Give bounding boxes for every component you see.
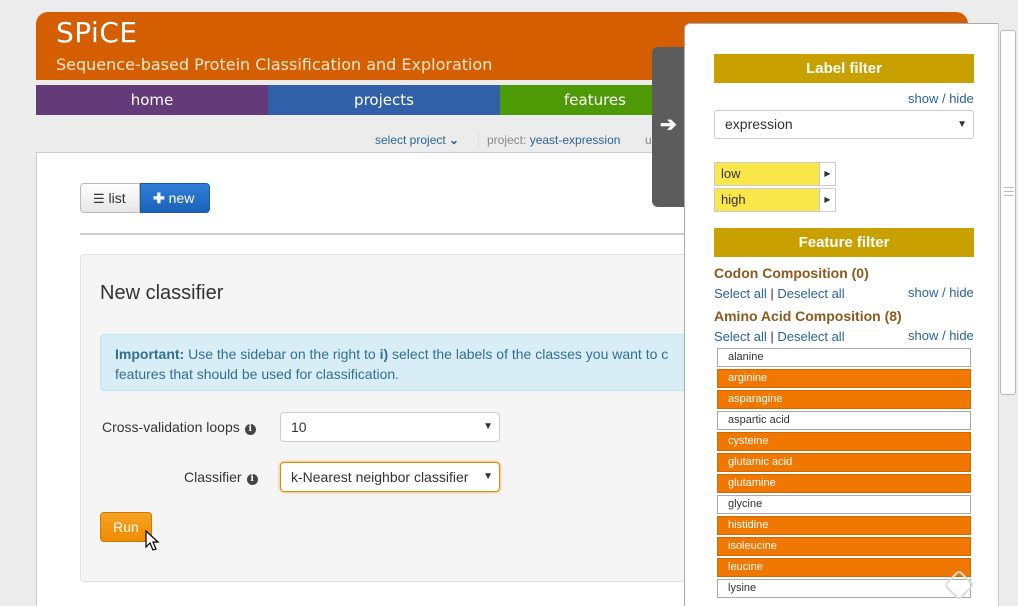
info-icon[interactable]: i — [244, 424, 256, 435]
nav-projects[interactable]: projects — [268, 85, 500, 115]
separator: / — [938, 285, 950, 300]
feature-item[interactable]: isoleucine — [717, 537, 971, 556]
app-subtitle: Sequence-based Protein Classification an… — [56, 55, 493, 74]
feature-item[interactable]: lysine — [717, 579, 971, 598]
app-title: SPiCE — [56, 16, 138, 49]
alert-step: i) — [379, 346, 389, 362]
classifier-select[interactable]: k-Nearest neighbor classifier ▼ — [280, 462, 500, 492]
cv-loops-label: Cross-validation loops i — [102, 419, 256, 435]
user-indicator: u — [645, 133, 652, 147]
caret-right-icon[interactable]: ▶ — [819, 189, 835, 211]
plus-icon: ✚ — [153, 190, 165, 206]
separator: / — [938, 328, 950, 343]
list-button[interactable]: ☰ list — [80, 183, 140, 213]
separator: / — [938, 91, 950, 106]
project-prefix: project: — [487, 133, 527, 147]
label-item-text: high — [721, 192, 746, 207]
list-icon: ☰ — [93, 191, 105, 206]
divider — [478, 132, 479, 148]
label-item-low[interactable]: low ▶ — [714, 162, 836, 186]
arrow-right-icon[interactable]: ➔ — [660, 112, 677, 137]
cv-loops-value: 10 — [291, 419, 307, 435]
label-filter-toggle[interactable]: show / hide — [908, 91, 974, 106]
separator: | — [770, 286, 774, 301]
feature-item[interactable]: arginine — [717, 369, 971, 388]
hide-link[interactable]: hide — [949, 91, 974, 106]
nav-home[interactable]: home — [36, 85, 268, 115]
feature-item[interactable]: alanine — [717, 348, 971, 367]
chevron-down-icon: ⌄ — [449, 133, 460, 147]
divider — [80, 233, 696, 235]
grip-icon: — — — — [1004, 182, 1014, 201]
alert-text: Use the sidebar on the right to — [184, 346, 380, 362]
label-select[interactable]: expression ▼ — [714, 110, 974, 139]
label-filter-header: Label filter — [714, 54, 974, 83]
classifier-label: Classifier i — [184, 469, 258, 485]
list-button-label: list — [108, 190, 126, 206]
project-link[interactable]: yeast-expression — [530, 133, 621, 147]
label-item-text: low — [721, 166, 741, 181]
alert-text: select the labels of the classes you wan… — [388, 346, 669, 362]
select-all-link[interactable]: Select all — [714, 286, 767, 301]
caret-down-icon: ▼ — [483, 421, 493, 432]
category-title[interactable]: Codon Composition (0) — [714, 265, 869, 281]
hide-link[interactable]: hide — [949, 328, 974, 343]
cv-loops-label-text: Cross-validation loops — [102, 419, 240, 435]
select-project-label[interactable]: select project — [375, 133, 446, 147]
show-link[interactable]: show — [908, 328, 938, 343]
new-button-label: new — [168, 190, 195, 206]
category-title[interactable]: Amino Acid Composition (8) — [714, 308, 902, 324]
feature-item[interactable]: cysteine — [717, 432, 971, 451]
scrollbar-thumb[interactable] — [1000, 30, 1016, 395]
category-toggle[interactable]: show / hide — [908, 328, 974, 343]
alert-text: features that should be used for classif… — [115, 366, 400, 382]
hide-link[interactable]: hide — [949, 285, 974, 300]
deselect-all-link[interactable]: Deselect all — [777, 286, 844, 301]
category-select-links: Select all | Deselect all — [714, 329, 845, 344]
select-all-link[interactable]: Select all — [714, 329, 767, 344]
new-button[interactable]: ✚ new — [140, 183, 210, 213]
classifier-value: k-Nearest neighbor classifier — [291, 469, 469, 485]
select-project-dropdown[interactable]: select project ⌄ — [375, 133, 459, 147]
category-toggle[interactable]: show / hide — [908, 285, 974, 300]
deselect-all-link[interactable]: Deselect all — [777, 329, 844, 344]
caret-right-icon[interactable]: ▶ — [819, 163, 835, 185]
feature-item[interactable]: glutamic acid — [717, 453, 971, 472]
important-alert: Important: Use the sidebar on the right … — [100, 334, 696, 391]
info-icon[interactable]: i — [246, 474, 258, 485]
show-link[interactable]: show — [908, 91, 938, 106]
caret-down-icon: ▼ — [957, 119, 967, 130]
panel-title: New classifier — [100, 282, 224, 304]
cv-loops-select[interactable]: 10 ▼ — [280, 412, 500, 442]
mouse-cursor-icon — [145, 530, 160, 551]
feature-filter-header: Feature filter — [714, 228, 974, 257]
feature-item[interactable]: leucine — [717, 558, 971, 577]
category-select-links: Select all | Deselect all — [714, 286, 845, 301]
show-link[interactable]: show — [908, 285, 938, 300]
feature-item[interactable]: histidine — [717, 516, 971, 535]
label-select-value: expression — [725, 116, 793, 132]
label-item-high[interactable]: high ▶ — [714, 188, 836, 212]
feature-item[interactable]: glycine — [717, 495, 971, 514]
project-indicator: project: yeast-expression — [487, 133, 620, 147]
feature-item[interactable]: aspartic acid — [717, 411, 971, 430]
classifier-label-text: Classifier — [184, 469, 242, 485]
feature-item[interactable]: asparagine — [717, 390, 971, 409]
caret-down-icon: ▼ — [483, 471, 493, 482]
separator: | — [770, 329, 774, 344]
feature-item[interactable]: glutamine — [717, 474, 971, 493]
alert-important: Important: — [115, 346, 185, 362]
